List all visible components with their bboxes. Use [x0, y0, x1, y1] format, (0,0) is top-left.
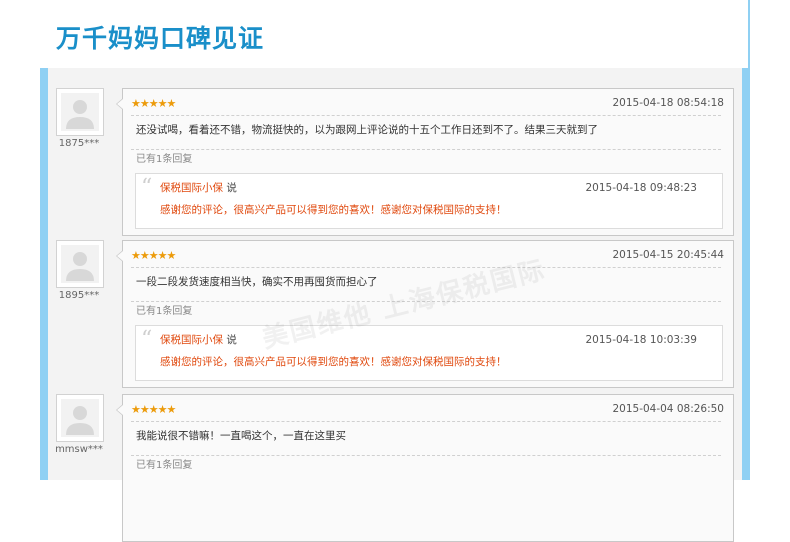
- quote-mark-icon: “: [141, 175, 153, 200]
- review-content: 一段二段发货速度相当快，确实不用再囤货而担心了: [136, 276, 378, 288]
- reply-count-link[interactable]: 已有1条回复: [136, 306, 192, 318]
- divider: [131, 455, 721, 456]
- reply-header: 保税国际小保 说: [160, 181, 237, 195]
- review-item: 1875*** ★★★★★ 2015-04-18 08:54:18 还没试喝，看…: [48, 68, 742, 236]
- bubble-pointer: [116, 98, 123, 110]
- reply-box: “ 保税国际小保 说 2015-04-18 10:03:39 感谢您的评论，很高…: [135, 325, 723, 381]
- divider: [131, 149, 721, 150]
- reply-verb: 说: [226, 182, 237, 194]
- review-item: mmsw*** ★★★★★ 2015-04-04 08:26:50 我能说很不错…: [48, 374, 742, 542]
- reply-date: 2015-04-18 09:48:23: [585, 182, 697, 194]
- review-date: 2015-04-18 08:54:18: [612, 97, 724, 109]
- decorative-top-line: [748, 0, 750, 68]
- reviewer-username: 1895***: [58, 290, 100, 301]
- reply-header: 保税国际小保 说: [160, 333, 237, 347]
- bubble-pointer: [116, 404, 123, 416]
- reply-count-link[interactable]: 已有1条回复: [136, 154, 192, 166]
- replier-name[interactable]: 保税国际小保: [160, 334, 223, 346]
- reply-verb: 说: [226, 334, 237, 346]
- review-date: 2015-04-15 20:45:44: [612, 249, 724, 261]
- review-bubble: ★★★★★ 2015-04-15 20:45:44 一段二段发货速度相当快，确实…: [116, 240, 734, 388]
- reviewer-username: 1875***: [58, 138, 100, 149]
- divider: [131, 267, 721, 268]
- reviews-panel: 1875*** ★★★★★ 2015-04-18 08:54:18 还没试喝，看…: [48, 68, 742, 542]
- star-rating-icon: ★★★★★: [131, 97, 176, 110]
- bubble-pointer: [116, 250, 123, 262]
- divider: [131, 421, 721, 422]
- review-bubble: ★★★★★ 2015-04-04 08:26:50 我能说很不错嘛！一直喝这个，…: [116, 394, 734, 542]
- reply-content: 感谢您的评论，很高兴产品可以得到您的喜欢！感谢您对保税国际的支持！: [160, 204, 507, 216]
- reply-count-link[interactable]: 已有1条回复: [136, 460, 192, 472]
- star-rating-icon: ★★★★★: [131, 249, 176, 262]
- review-bubble: ★★★★★ 2015-04-18 08:54:18 还没试喝，看着还不错，物流挺…: [116, 88, 734, 236]
- quote-mark-icon: “: [141, 327, 153, 352]
- star-rating-icon: ★★★★★: [131, 403, 176, 416]
- section-title: 万千妈妈口碑见证: [56, 24, 265, 53]
- review-content: 还没试喝，看着还不错，物流挺快的，以为跟网上评论说的十五个工作日还到不了。结果三…: [136, 124, 598, 136]
- reviewer-username: mmsw***: [55, 444, 103, 455]
- user-avatar-icon[interactable]: [56, 394, 104, 442]
- replier-name[interactable]: 保税国际小保: [160, 182, 223, 194]
- review-item: 1895*** ★★★★★ 2015-04-15 20:45:44 一段二段发货…: [48, 220, 742, 388]
- review-date: 2015-04-04 08:26:50: [612, 403, 724, 415]
- user-avatar-icon[interactable]: [56, 240, 104, 288]
- review-content: 我能说很不错嘛！一直喝这个，一直在这里买: [136, 430, 346, 442]
- divider: [131, 301, 721, 302]
- reply-content: 感谢您的评论，很高兴产品可以得到您的喜欢！感谢您对保税国际的支持！: [160, 356, 507, 368]
- user-avatar-icon[interactable]: [56, 88, 104, 136]
- reply-date: 2015-04-18 10:03:39: [585, 334, 697, 346]
- right-accent-bar: [742, 68, 750, 480]
- divider: [131, 115, 721, 116]
- left-accent-bar: [40, 68, 48, 480]
